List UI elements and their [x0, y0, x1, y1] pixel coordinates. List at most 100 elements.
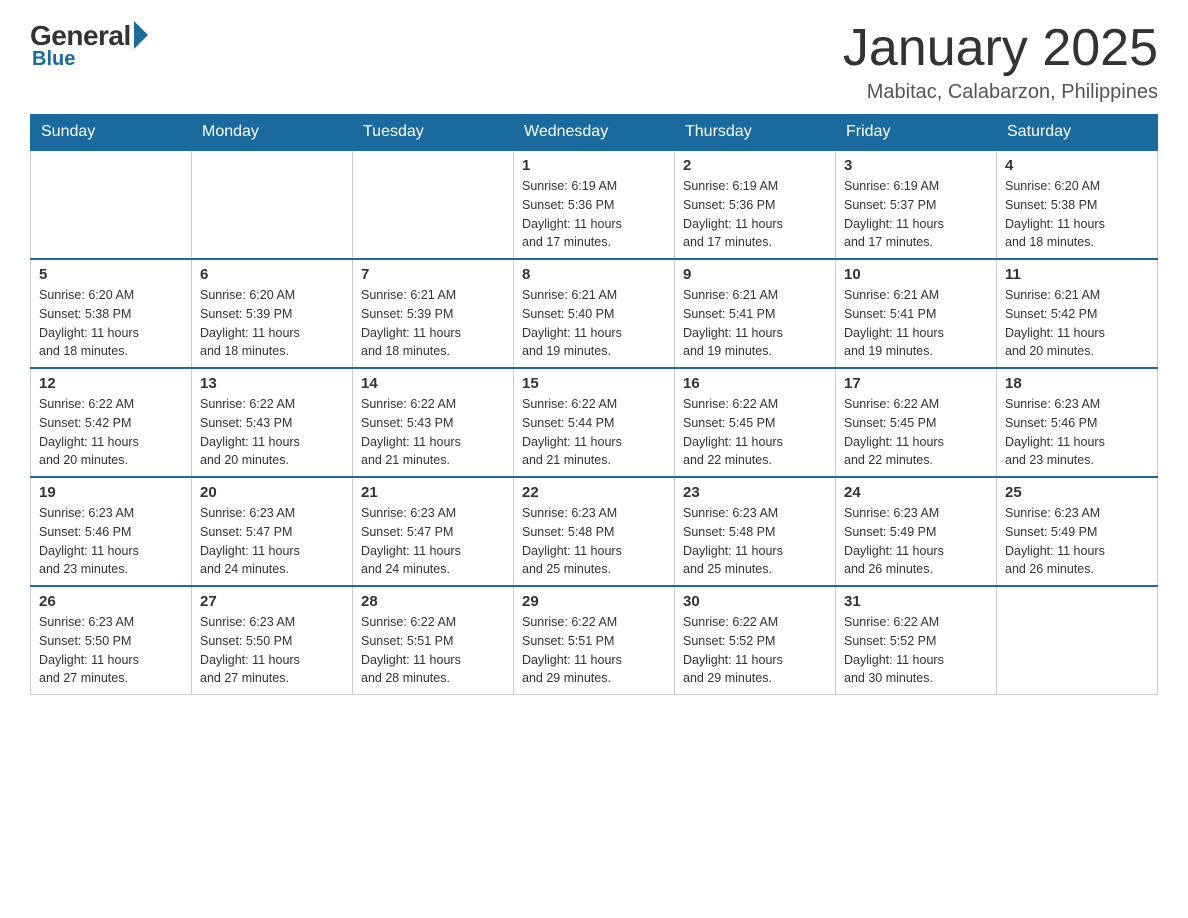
day-number: 4 — [1005, 157, 1149, 174]
day-info: Sunrise: 6:20 AMSunset: 5:38 PMDaylight:… — [1005, 177, 1149, 252]
day-number: 5 — [39, 266, 183, 283]
week-row: 12 Sunrise: 6:22 AMSunset: 5:42 PMDayligh… — [31, 368, 1158, 477]
day-number: 30 — [683, 593, 827, 610]
day-info: Sunrise: 6:22 AMSunset: 5:43 PMDaylight:… — [200, 395, 344, 470]
calendar-cell: 29 Sunrise: 6:22 AMSunset: 5:51 PMDayligh… — [514, 586, 675, 695]
calendar-cell: 20 Sunrise: 6:23 AMSunset: 5:47 PMDayligh… — [192, 477, 353, 586]
week-row: 5Sunrise: 6:20 AMSunset: 5:38 PMDaylight… — [31, 259, 1158, 368]
calendar-day-header: Thursday — [675, 115, 836, 151]
calendar-table: SundayMondayTuesdayWednesdayThursdayFrid… — [30, 114, 1158, 695]
day-info: Sunrise: 6:22 AMSunset: 5:51 PMDaylight:… — [361, 613, 505, 688]
day-info: Sunrise: 6:21 AMSunset: 5:42 PMDaylight:… — [1005, 286, 1149, 361]
day-info: Sunrise: 6:20 AMSunset: 5:39 PMDaylight:… — [200, 286, 344, 361]
day-number: 29 — [522, 593, 666, 610]
day-number: 25 — [1005, 484, 1149, 501]
day-number: 13 — [200, 375, 344, 392]
calendar-cell: 24 Sunrise: 6:23 AMSunset: 5:49 PMDayligh… — [836, 477, 997, 586]
day-number: 12 — [39, 375, 183, 392]
calendar-cell — [997, 586, 1158, 695]
calendar-cell: 15 Sunrise: 6:22 AMSunset: 5:44 PMDayligh… — [514, 368, 675, 477]
day-info: Sunrise: 6:23 AMSunset: 5:48 PMDaylight:… — [683, 504, 827, 579]
calendar-cell: 3Sunrise: 6:19 AMSunset: 5:37 PMDaylight… — [836, 150, 997, 259]
day-number: 16 — [683, 375, 827, 392]
day-info: Sunrise: 6:22 AMSunset: 5:44 PMDaylight:… — [522, 395, 666, 470]
day-number: 21 — [361, 484, 505, 501]
calendar-header-row: SundayMondayTuesdayWednesdayThursdayFrid… — [31, 115, 1158, 151]
day-info: Sunrise: 6:21 AMSunset: 5:40 PMDaylight:… — [522, 286, 666, 361]
month-title: January 2025 — [843, 20, 1158, 77]
day-number: 22 — [522, 484, 666, 501]
day-info: Sunrise: 6:23 AMSunset: 5:46 PMDaylight:… — [39, 504, 183, 579]
calendar-cell: 11 Sunrise: 6:21 AMSunset: 5:42 PMDayligh… — [997, 259, 1158, 368]
calendar-cell: 28Sunrise: 6:22 AMSunset: 5:51 PMDayligh… — [353, 586, 514, 695]
calendar-cell — [192, 150, 353, 259]
day-number: 31 — [844, 593, 988, 610]
day-number: 26 — [39, 593, 183, 610]
calendar-cell: 21 Sunrise: 6:23 AMSunset: 5:47 PMDayligh… — [353, 477, 514, 586]
day-info: Sunrise: 6:23 AMSunset: 5:47 PMDaylight:… — [200, 504, 344, 579]
day-info: Sunrise: 6:22 AMSunset: 5:52 PMDaylight:… — [844, 613, 988, 688]
calendar-cell: 17Sunrise: 6:22 AMSunset: 5:45 PMDayligh… — [836, 368, 997, 477]
calendar-cell: 8 Sunrise: 6:21 AMSunset: 5:40 PMDaylight… — [514, 259, 675, 368]
location-title: Mabitac, Calabarzon, Philippines — [843, 81, 1158, 104]
day-info: Sunrise: 6:21 AMSunset: 5:41 PMDaylight:… — [844, 286, 988, 361]
day-number: 15 — [522, 375, 666, 392]
calendar-cell: 31 Sunrise: 6:22 AMSunset: 5:52 PMDayligh… — [836, 586, 997, 695]
day-number: 10 — [844, 266, 988, 283]
calendar-day-header: Saturday — [997, 115, 1158, 151]
calendar-cell: 6 Sunrise: 6:20 AMSunset: 5:39 PMDaylight… — [192, 259, 353, 368]
day-info: Sunrise: 6:22 AMSunset: 5:42 PMDaylight:… — [39, 395, 183, 470]
day-number: 8 — [522, 266, 666, 283]
logo-blue-text: Blue — [32, 48, 75, 71]
day-info: Sunrise: 6:19 AMSunset: 5:37 PMDaylight:… — [844, 177, 988, 252]
day-number: 20 — [200, 484, 344, 501]
calendar-cell: 7 Sunrise: 6:21 AMSunset: 5:39 PMDaylight… — [353, 259, 514, 368]
day-number: 24 — [844, 484, 988, 501]
calendar-cell: 12 Sunrise: 6:22 AMSunset: 5:42 PMDayligh… — [31, 368, 192, 477]
title-area: January 2025 Mabitac, Calabarzon, Philip… — [843, 20, 1158, 104]
day-number: 19 — [39, 484, 183, 501]
calendar-cell: 30 Sunrise: 6:22 AMSunset: 5:52 PMDayligh… — [675, 586, 836, 695]
calendar-day-header: Sunday — [31, 115, 192, 151]
day-info: Sunrise: 6:23 AMSunset: 5:47 PMDaylight:… — [361, 504, 505, 579]
logo: General Blue — [30, 20, 148, 71]
day-number: 1 — [522, 157, 666, 174]
calendar-cell: 16 Sunrise: 6:22 AMSunset: 5:45 PMDayligh… — [675, 368, 836, 477]
day-info: Sunrise: 6:22 AMSunset: 5:51 PMDaylight:… — [522, 613, 666, 688]
calendar-cell: 9 Sunrise: 6:21 AMSunset: 5:41 PMDaylight… — [675, 259, 836, 368]
week-row: 19 Sunrise: 6:23 AMSunset: 5:46 PMDayligh… — [31, 477, 1158, 586]
calendar-cell: 26Sunrise: 6:23 AMSunset: 5:50 PMDayligh… — [31, 586, 192, 695]
day-info: Sunrise: 6:22 AMSunset: 5:52 PMDaylight:… — [683, 613, 827, 688]
day-number: 7 — [361, 266, 505, 283]
calendar-day-header: Wednesday — [514, 115, 675, 151]
day-info: Sunrise: 6:23 AMSunset: 5:49 PMDaylight:… — [1005, 504, 1149, 579]
calendar-cell: 23Sunrise: 6:23 AMSunset: 5:48 PMDayligh… — [675, 477, 836, 586]
day-number: 11 — [1005, 266, 1149, 283]
day-number: 2 — [683, 157, 827, 174]
day-info: Sunrise: 6:23 AMSunset: 5:46 PMDaylight:… — [1005, 395, 1149, 470]
day-info: Sunrise: 6:22 AMSunset: 5:45 PMDaylight:… — [844, 395, 988, 470]
day-info: Sunrise: 6:21 AMSunset: 5:39 PMDaylight:… — [361, 286, 505, 361]
day-number: 18 — [1005, 375, 1149, 392]
calendar-day-header: Friday — [836, 115, 997, 151]
day-number: 6 — [200, 266, 344, 283]
calendar-day-header: Monday — [192, 115, 353, 151]
calendar-cell: 22Sunrise: 6:23 AMSunset: 5:48 PMDayligh… — [514, 477, 675, 586]
day-info: Sunrise: 6:21 AMSunset: 5:41 PMDaylight:… — [683, 286, 827, 361]
calendar-cell: 13 Sunrise: 6:22 AMSunset: 5:43 PMDayligh… — [192, 368, 353, 477]
calendar-cell: 18 Sunrise: 6:23 AMSunset: 5:46 PMDayligh… — [997, 368, 1158, 477]
day-info: Sunrise: 6:23 AMSunset: 5:49 PMDaylight:… — [844, 504, 988, 579]
calendar-cell: 19 Sunrise: 6:23 AMSunset: 5:46 PMDayligh… — [31, 477, 192, 586]
calendar-day-header: Tuesday — [353, 115, 514, 151]
day-info: Sunrise: 6:22 AMSunset: 5:45 PMDaylight:… — [683, 395, 827, 470]
day-number: 14 — [361, 375, 505, 392]
calendar-cell: 10 Sunrise: 6:21 AMSunset: 5:41 PMDayligh… — [836, 259, 997, 368]
calendar-cell: 1Sunrise: 6:19 AMSunset: 5:36 PMDaylight… — [514, 150, 675, 259]
calendar-cell: 4 Sunrise: 6:20 AMSunset: 5:38 PMDaylight… — [997, 150, 1158, 259]
logo-arrow-icon — [134, 21, 148, 49]
calendar-cell: 25 Sunrise: 6:23 AMSunset: 5:49 PMDayligh… — [997, 477, 1158, 586]
day-number: 9 — [683, 266, 827, 283]
calendar-cell: 27Sunrise: 6:23 AMSunset: 5:50 PMDayligh… — [192, 586, 353, 695]
day-info: Sunrise: 6:23 AMSunset: 5:50 PMDaylight:… — [200, 613, 344, 688]
calendar-cell — [353, 150, 514, 259]
